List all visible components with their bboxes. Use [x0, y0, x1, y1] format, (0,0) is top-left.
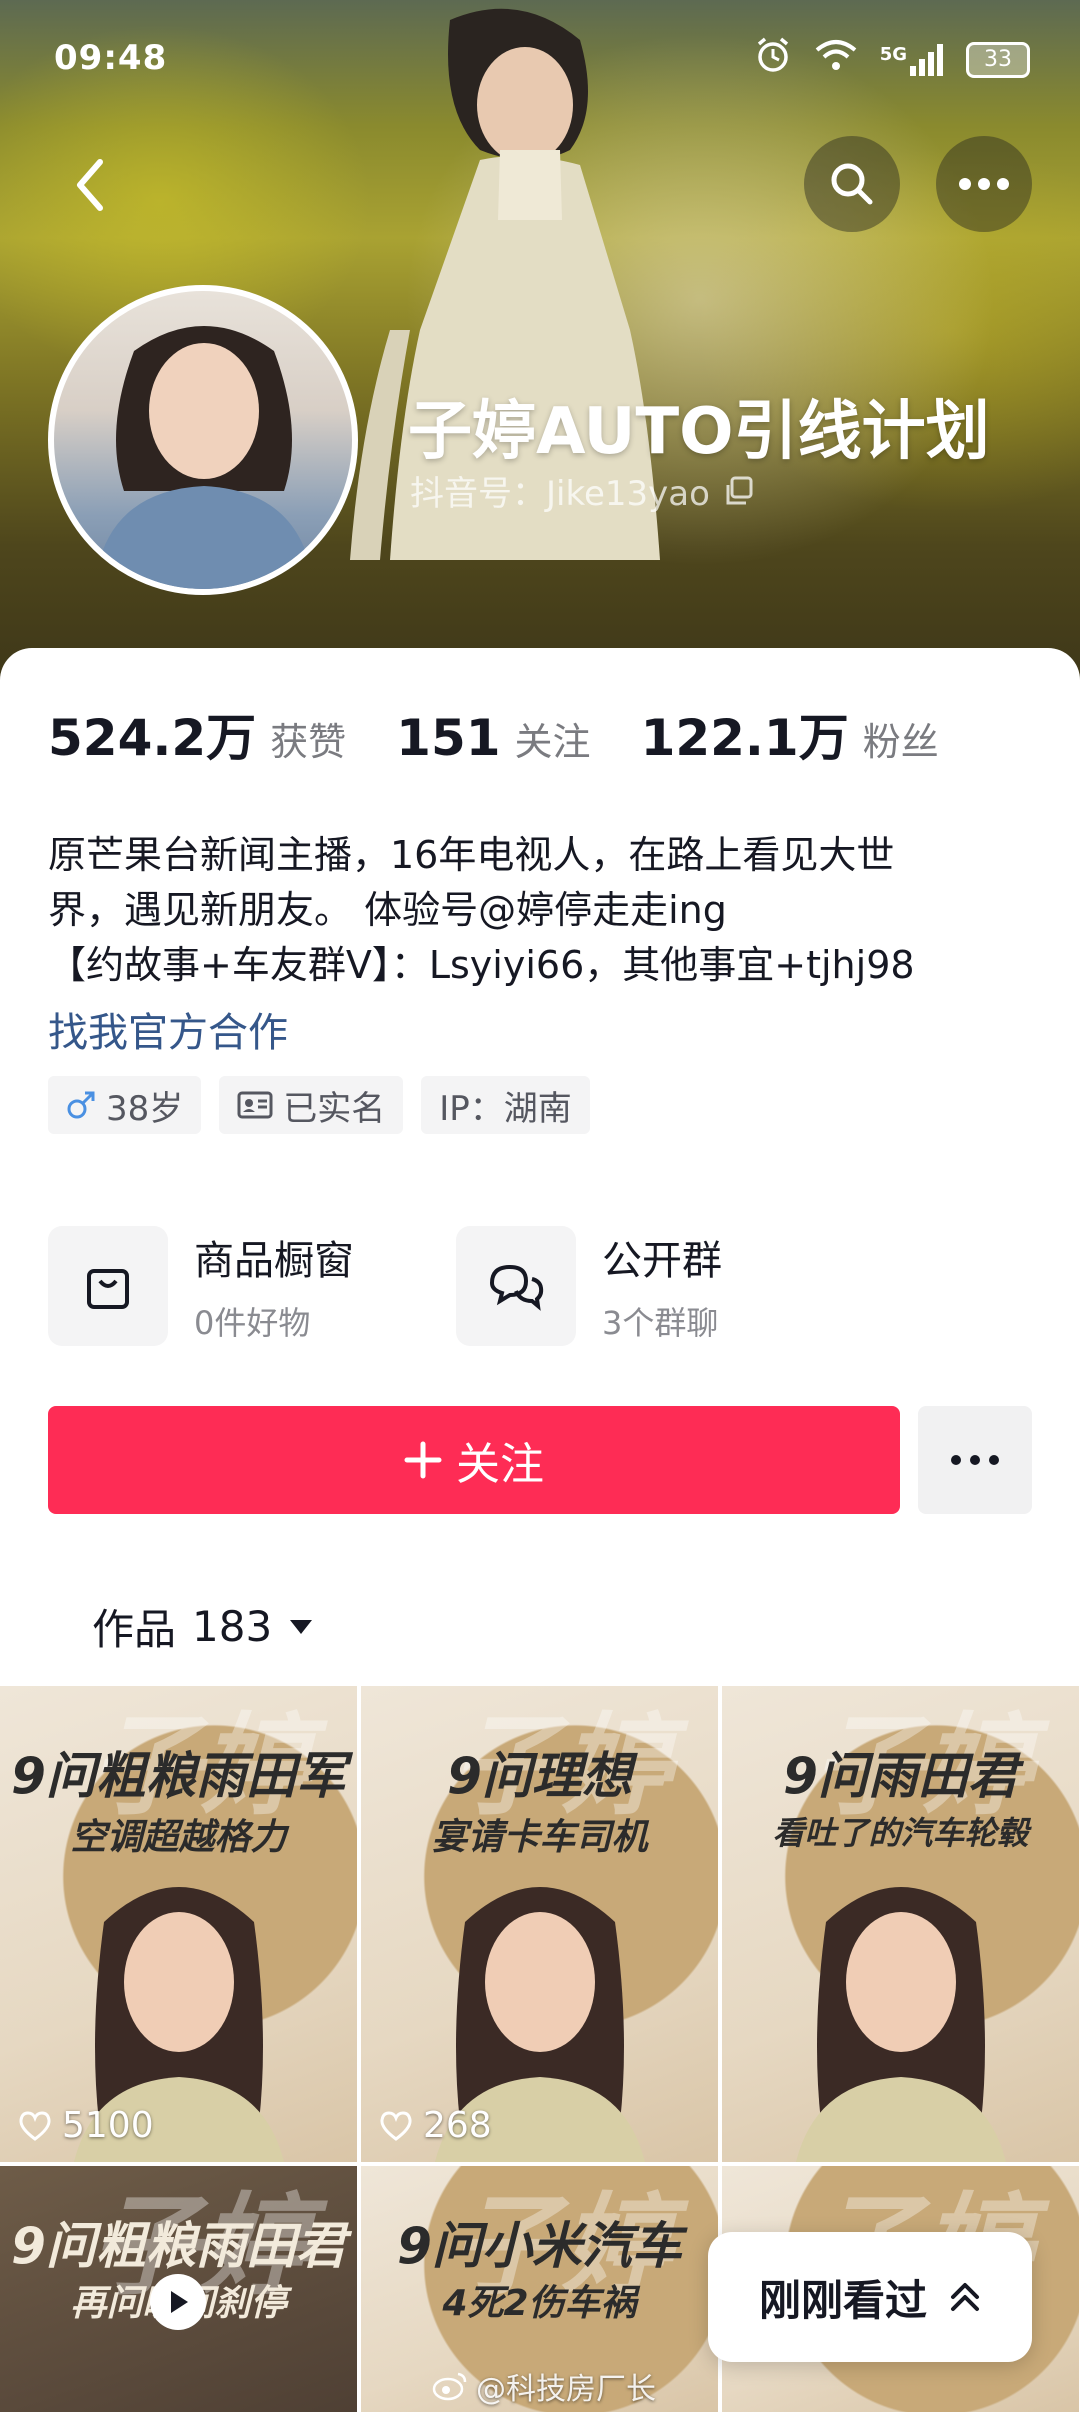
official-cooperation-link[interactable]: 找我官方合作	[48, 1000, 288, 1058]
video-like-count: 268	[423, 2105, 492, 2146]
video-subtitle: 空调超越格力	[70, 1817, 287, 1858]
stat-label: 粉丝	[862, 720, 939, 764]
ellipsis-icon	[959, 178, 1009, 190]
tab-works-label: 作品	[92, 1605, 177, 1654]
video-subtitle: 宴请卡车司机	[431, 1817, 648, 1858]
plus-icon	[404, 1441, 442, 1479]
play-icon	[171, 2291, 188, 2313]
video-likes: 268	[379, 2105, 492, 2146]
feature-text: 商品橱窗 0件好物	[194, 1228, 354, 1344]
video-title: 9问理想	[447, 1747, 632, 1805]
network-type-label: 5G	[879, 43, 907, 65]
stat-value: 122.1万	[640, 709, 849, 767]
tag-text: 38岁	[106, 1088, 184, 1129]
alarm-icon	[754, 36, 792, 83]
profile-id[interactable]: 抖音号：Jike13yao	[410, 466, 754, 515]
feature-title: 公开群	[602, 1238, 722, 1284]
profile-name: 子婷AUTO引线计划	[408, 395, 990, 469]
feature-subtitle: 3个群聊	[602, 1304, 719, 1342]
follow-button-label: 关注	[456, 1439, 544, 1490]
stat-label: 获赞	[270, 720, 347, 764]
avatar-photo	[94, 326, 314, 589]
video-subtitle: 4死2伤车祸	[442, 2283, 637, 2324]
male-icon	[67, 1091, 95, 1119]
copy-icon[interactable]	[724, 476, 754, 506]
video-title: 9问小米汽车	[397, 2217, 682, 2275]
status-icons: 5G 33	[754, 36, 1030, 83]
ellipsis-icon	[951, 1455, 999, 1465]
tag-ip-location: IP：湖南	[421, 1076, 590, 1134]
video-title: 9问粗粮雨田军	[11, 1747, 346, 1805]
chevron-left-icon	[77, 159, 103, 211]
weibo-watermark-text: @科技房厂长	[476, 2372, 656, 2407]
shopping-bag-icon	[87, 1269, 129, 1309]
bio-line: 界，遇见新朋友。 体验号@婷停走走ing	[48, 888, 727, 932]
search-button[interactable]	[804, 136, 900, 232]
id-card-icon	[237, 1091, 273, 1119]
feature-icon-box	[456, 1226, 576, 1346]
wifi-icon	[814, 38, 858, 81]
status-bar: 09:48 5G 33	[0, 0, 1080, 120]
feature-subtitle: 0件好物	[194, 1304, 311, 1342]
profile-cover: 09:48 5G 33 子婷AUTO引线计划 抖音号：Jike13yao	[0, 0, 1080, 700]
tag-text: 已实名	[283, 1088, 386, 1129]
more-options-button[interactable]	[936, 136, 1032, 232]
status-time: 09:48	[54, 38, 168, 78]
video-like-count: 5100	[62, 2105, 154, 2146]
stat-following[interactable]: 151 关注	[396, 709, 590, 767]
recently-viewed-button[interactable]: 刚刚看过	[708, 2232, 1032, 2362]
stat-value: 151	[396, 709, 501, 767]
follow-button[interactable]: 关注	[48, 1406, 900, 1514]
feature-text: 公开群 3个群聊	[602, 1228, 722, 1344]
feature-title: 商品橱窗	[194, 1238, 354, 1284]
signal-icon: 5G	[879, 43, 944, 76]
stat-label: 关注	[514, 720, 591, 764]
avatar[interactable]	[48, 285, 358, 595]
profile-tags: 38岁 已实名 IP：湖南	[48, 1076, 590, 1134]
tag-age: 38岁	[48, 1076, 202, 1134]
video-card[interactable]: 子婷 9问雨田君 看吐了的汽车轮毂	[722, 1686, 1079, 2162]
bio-line: 【约故事+车友群V】：Lsyiyi66，其他事宜+tjhj98	[48, 943, 915, 987]
feature-icon-box	[48, 1226, 168, 1346]
bio-line: 原芒果台新闻主播，16年电视人，在路上看见大世	[48, 833, 895, 877]
weibo-logo-icon	[432, 2372, 467, 2401]
video-card[interactable]: 子婷 9问粗粮雨田军 空调超越格力 5100	[0, 1686, 357, 2162]
heart-outline-icon	[380, 2110, 412, 2141]
tag-verified: 已实名	[219, 1076, 404, 1134]
group-chat-icon	[489, 1264, 544, 1311]
back-button[interactable]	[62, 150, 122, 220]
profile-id-text: 抖音号：Jike13yao	[410, 474, 710, 514]
feature-shop-window[interactable]: 商品橱窗 0件好物	[48, 1226, 354, 1346]
caret-down-icon	[290, 1619, 313, 1634]
weibo-watermark: @科技房厂长	[432, 2364, 656, 2408]
video-title: 9问粗粮雨田君	[11, 2217, 346, 2275]
battery-indicator: 33	[966, 41, 1030, 78]
video-subtitle: 看吐了的汽车轮毂	[772, 1814, 1029, 1852]
stat-likes[interactable]: 524.2万 获赞	[48, 698, 346, 770]
double-chevron-up-icon	[951, 2283, 979, 2311]
video-likes: 5100	[18, 2105, 154, 2146]
more-actions-button[interactable]	[918, 1406, 1032, 1514]
tab-works-count: 183	[192, 1602, 273, 1651]
video-thumbnail-person	[795, 1887, 1006, 2162]
play-button[interactable]	[150, 2274, 206, 2330]
video-card[interactable]: 子婷 9问理想 宴请卡车司机 268	[361, 1686, 718, 2162]
feature-public-group[interactable]: 公开群 3个群聊	[456, 1226, 722, 1346]
tab-works[interactable]: 作品 183	[92, 1596, 314, 1657]
stat-value: 524.2万	[48, 709, 257, 767]
stats-row: 524.2万 获赞 151 关注 122.1万 粉丝	[48, 698, 989, 770]
heart-outline-icon	[19, 2110, 51, 2141]
video-title: 9问雨田君	[783, 1747, 1018, 1805]
tag-text: IP：湖南	[439, 1088, 572, 1129]
search-icon	[831, 163, 873, 205]
recently-viewed-label: 刚刚看过	[758, 2275, 927, 2325]
stat-followers[interactable]: 122.1万 粉丝	[641, 698, 939, 770]
bio-text: 原芒果台新闻主播，16年电视人，在路上看见大世 界，遇见新朋友。 体验号@婷停走…	[48, 828, 1048, 993]
